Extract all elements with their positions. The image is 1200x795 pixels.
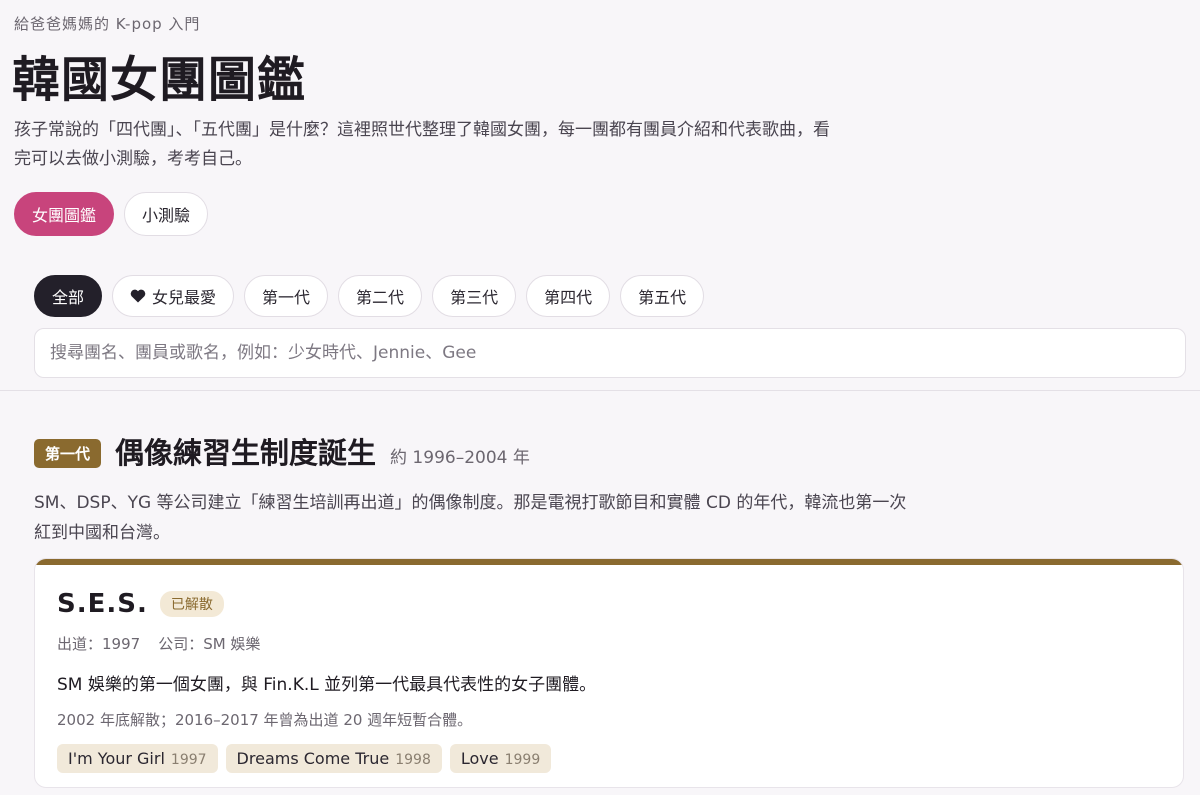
- company: 公司：SM 娛樂: [158, 635, 261, 653]
- song-tag[interactable]: I'm Your Girl 1997: [57, 744, 218, 773]
- page-title: 韓國女團圖鑑: [12, 52, 307, 108]
- group-summary: SM 娛樂的第一個女團，與 Fin.K.L 並列第一代最具代表性的女子團體。: [57, 675, 597, 695]
- filter-label: 第五代: [638, 288, 687, 307]
- generation-heading: 第一代 偶像練習生制度誕生 約 1996–2004 年: [34, 430, 1184, 472]
- card-content: S.E.S. 已解散 出道：1997 公司：SM 娛樂 SM 娛樂的第一個女團，…: [57, 589, 1161, 773]
- group-card[interactable]: S.E.S. 已解散 出道：1997 公司：SM 娛樂 SM 娛樂的第一個女團，…: [34, 558, 1184, 788]
- group-note: 2002 年底解散；2016–2017 年曾為出道 20 週年短暫合體。: [57, 711, 473, 729]
- page-header: 給爸爸媽媽的 K-pop 入門 韓國女團圖鑑 孩子常說的「四代團」、「五代團」是…: [0, 0, 1200, 391]
- song-title: I'm Your Girl: [68, 749, 165, 768]
- song-list: I'm Your Girl 1997 Dreams Come True 1998…: [57, 744, 1161, 773]
- filter-gen-4[interactable]: 第四代: [526, 275, 611, 317]
- song-year: 1998: [395, 752, 431, 768]
- intro-text: 孩子常說的「四代團」、「五代團」是什麼？這裡照世代整理了韓國女團，每一團都有團員…: [14, 120, 830, 169]
- group-name: S.E.S.: [57, 589, 148, 619]
- eyebrow-text: 給爸爸媽媽的 K-pop 入門: [14, 15, 201, 33]
- song-year: 1997: [170, 752, 207, 768]
- filter-label: 第三代: [450, 288, 499, 307]
- mode-tabs: 女團圖鑑 小測驗: [14, 192, 209, 236]
- debut-year: 出道：1997: [57, 635, 141, 653]
- filter-label: 第二代: [356, 288, 405, 307]
- filter-all[interactable]: 全部: [34, 275, 103, 317]
- filter-gen-3[interactable]: 第三代: [432, 275, 517, 317]
- tab-encyclopedia[interactable]: 女團圖鑑: [14, 192, 115, 236]
- filter-label: 全部: [52, 288, 85, 307]
- song-tag[interactable]: Dreams Come True 1998: [225, 744, 442, 773]
- generation-filters: 全部 女兒最愛 第一代 第二代 第三代 第四代 第五代: [34, 275, 705, 317]
- card-name-row: S.E.S. 已解散: [57, 589, 1161, 619]
- filter-gen-5[interactable]: 第五代: [620, 275, 705, 317]
- heart-icon: [130, 289, 146, 303]
- status-badge: 已解散: [159, 591, 224, 617]
- filter-gen-1[interactable]: 第一代: [244, 275, 329, 317]
- song-year: 1999: [504, 752, 541, 768]
- generation-description: SM、DSP、YG 等公司建立「練習生培訓再出道」的偶像制度。那是電視打歌節目和…: [34, 493, 907, 543]
- song-title: Love: [460, 749, 499, 768]
- generation-years: 約 1996–2004 年: [390, 448, 530, 468]
- search-input[interactable]: [34, 328, 1186, 378]
- filter-label: 第一代: [262, 288, 311, 307]
- generation-section: 第一代 偶像練習生制度誕生 約 1996–2004 年 SM、DSP、YG 等公…: [34, 430, 1184, 548]
- generation-title: 偶像練習生制度誕生: [115, 436, 377, 470]
- generation-badge: 第一代: [34, 439, 102, 468]
- filter-gen-2[interactable]: 第二代: [338, 275, 423, 317]
- song-title: Dreams Come True: [236, 749, 390, 768]
- filter-label: 第四代: [544, 288, 593, 307]
- filter-favorites[interactable]: 女兒最愛: [112, 275, 235, 317]
- card-accent-bar: [35, 559, 1183, 565]
- filter-label: 女兒最愛: [152, 288, 217, 307]
- tab-quiz[interactable]: 小測驗: [124, 192, 209, 236]
- group-meta: 出道：1997 公司：SM 娛樂: [57, 633, 1161, 654]
- song-tag[interactable]: Love 1999: [449, 744, 552, 773]
